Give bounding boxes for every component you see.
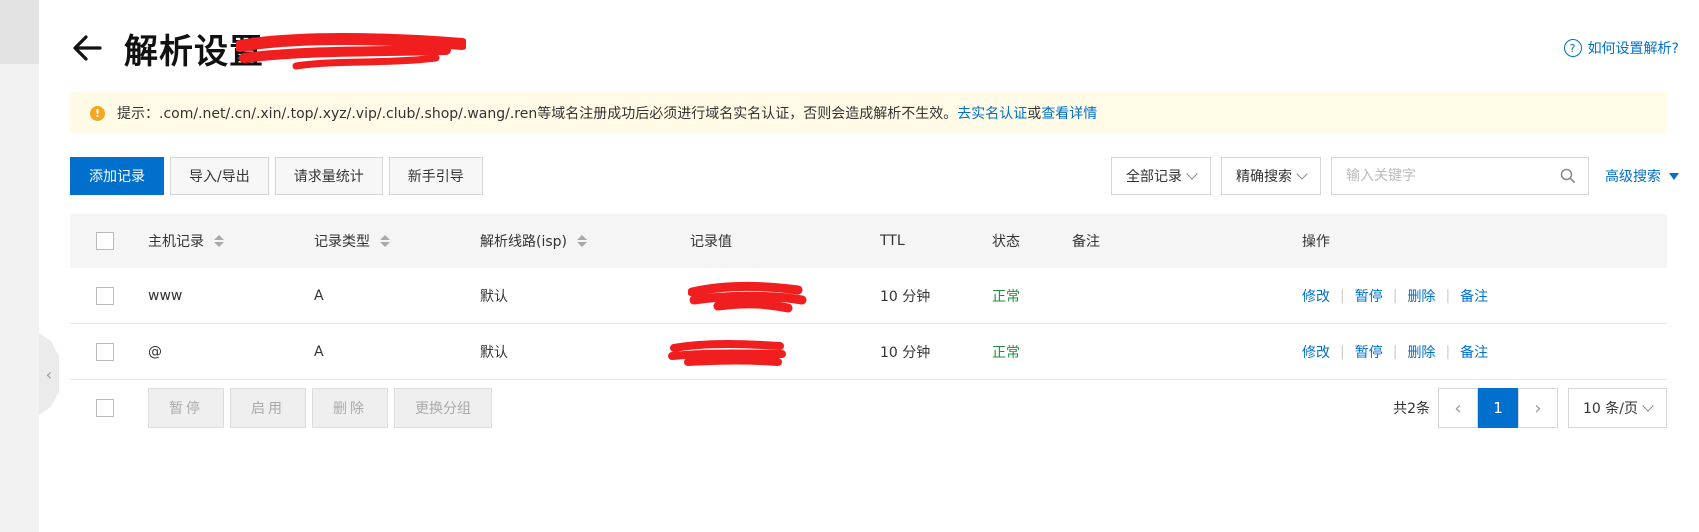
column-line[interactable]: 解析线路(isp)	[480, 214, 587, 268]
column-status: 状态	[992, 234, 1020, 250]
select-all-checkbox[interactable]	[96, 232, 114, 250]
row-checkbox[interactable]	[96, 286, 114, 305]
notice-text: 提示：.com/.net/.cn/.xin/.top/.xyz/.vip/.cl…	[117, 106, 958, 122]
sort-icon	[380, 235, 390, 247]
row-actions: 修改 | 暂停 | 删除 | 备注	[1302, 286, 1489, 306]
caret-down-icon	[1669, 172, 1679, 180]
left-rail-active-tab[interactable]	[0, 0, 39, 64]
import-export-button[interactable]: 导入/导出	[170, 157, 269, 195]
add-record-button[interactable]: 添加记录	[70, 157, 164, 195]
collapse-sidebar-handle[interactable]: ‹	[39, 333, 59, 415]
redacted-value	[688, 268, 808, 323]
sort-icon	[214, 235, 224, 247]
table-footer: 暂停 启用 删除 更换分组 共2条 ‹ 1 › 10 条/页	[70, 388, 1667, 432]
column-type[interactable]: 记录类型	[314, 214, 390, 268]
search-box	[1331, 157, 1589, 195]
chevron-left-icon: ‹	[45, 364, 53, 384]
table-header: 主机记录 记录类型 解析线路(isp) 记录值 TTL 状态 备注 操作	[70, 214, 1667, 268]
pause-link[interactable]: 暂停	[1355, 342, 1383, 362]
left-rail	[0, 0, 39, 532]
chevron-down-icon	[1642, 400, 1654, 412]
redacted-domain	[236, 33, 466, 70]
delete-link[interactable]: 删除	[1407, 342, 1435, 362]
next-page-button[interactable]: ›	[1518, 388, 1559, 428]
chevron-down-icon	[1296, 168, 1308, 180]
details-link[interactable]: 查看详情	[1041, 103, 1097, 123]
footer-select-all-checkbox[interactable]	[96, 399, 114, 417]
toolbar: 添加记录 导入/导出 请求量统计 新手引导	[70, 157, 483, 195]
edit-link[interactable]: 修改	[1302, 286, 1330, 306]
advanced-search-toggle[interactable]: 高级搜索	[1605, 166, 1679, 186]
search-input[interactable]	[1344, 167, 1560, 185]
page-1-button[interactable]: 1	[1478, 388, 1519, 428]
help-link[interactable]: ? 如何设置解析?	[1563, 38, 1679, 58]
prev-page-button[interactable]: ‹	[1438, 388, 1479, 428]
remark-link[interactable]: 备注	[1460, 286, 1488, 306]
type-cell: A	[314, 287, 324, 304]
bulk-pause-button[interactable]: 暂停	[148, 388, 224, 428]
row-actions: 修改 | 暂停 | 删除 | 备注	[1302, 342, 1489, 362]
column-actions: 操作	[1302, 234, 1330, 250]
table-row: @ A 默认 10 分钟 正常 修改 | 暂停 | 删除 | 备注	[70, 324, 1667, 380]
filter-tools: 全部记录 精确搜索 高级搜索	[1111, 157, 1679, 195]
row-checkbox[interactable]	[96, 342, 114, 361]
edit-link[interactable]: 修改	[1302, 342, 1330, 362]
column-host[interactable]: 主机记录	[148, 214, 224, 268]
host-cell: @	[148, 343, 162, 360]
line-cell: 默认	[480, 344, 508, 361]
total-count: 共2条	[1393, 401, 1431, 417]
host-cell: www	[148, 287, 183, 304]
search-icon[interactable]	[1560, 168, 1576, 184]
column-remark: 备注	[1072, 234, 1100, 250]
records-table: 主机记录 记录类型 解析线路(isp) 记录值 TTL 状态 备注 操作 www…	[70, 214, 1667, 380]
remark-link[interactable]: 备注	[1460, 342, 1488, 362]
bulk-change-group-button[interactable]: 更换分组	[394, 388, 492, 428]
ttl-cell: 10 分钟	[880, 288, 931, 305]
status-cell: 正常	[992, 288, 1020, 305]
record-filter-select[interactable]: 全部记录	[1111, 157, 1211, 195]
column-value: 记录值	[690, 234, 732, 250]
delete-link[interactable]: 删除	[1407, 286, 1435, 306]
beginner-guide-button[interactable]: 新手引导	[388, 157, 483, 195]
redacted-value	[668, 324, 788, 379]
column-ttl: TTL	[880, 233, 905, 249]
bulk-delete-button[interactable]: 删除	[312, 388, 388, 428]
request-stats-button[interactable]: 请求量统计	[274, 157, 383, 195]
page-header: 解析设置	[70, 24, 264, 72]
type-cell: A	[314, 343, 324, 360]
warning-icon: !	[90, 105, 105, 121]
status-cell: 正常	[992, 344, 1020, 361]
pause-link[interactable]: 暂停	[1355, 286, 1383, 306]
pagination: 共2条 ‹ 1 › 10 条/页	[1393, 388, 1667, 428]
chevron-down-icon	[1186, 168, 1198, 180]
line-cell: 默认	[480, 288, 508, 305]
back-arrow-icon[interactable]	[70, 30, 106, 66]
sort-icon	[577, 235, 587, 247]
table-row: www A 默认 10 分钟 正常 修改 | 暂停 | 删除 | 备注	[70, 268, 1667, 324]
question-icon: ?	[1563, 39, 1582, 57]
verify-link[interactable]: 去实名认证	[957, 103, 1027, 123]
ttl-cell: 10 分钟	[880, 344, 931, 361]
notice-banner: ! 提示：.com/.net/.cn/.xin/.top/.xyz/.vip/.…	[70, 92, 1667, 134]
page-size-select[interactable]: 10 条/页	[1568, 388, 1667, 428]
bulk-enable-button[interactable]: 启用	[230, 388, 306, 428]
search-mode-select[interactable]: 精确搜索	[1221, 157, 1321, 195]
